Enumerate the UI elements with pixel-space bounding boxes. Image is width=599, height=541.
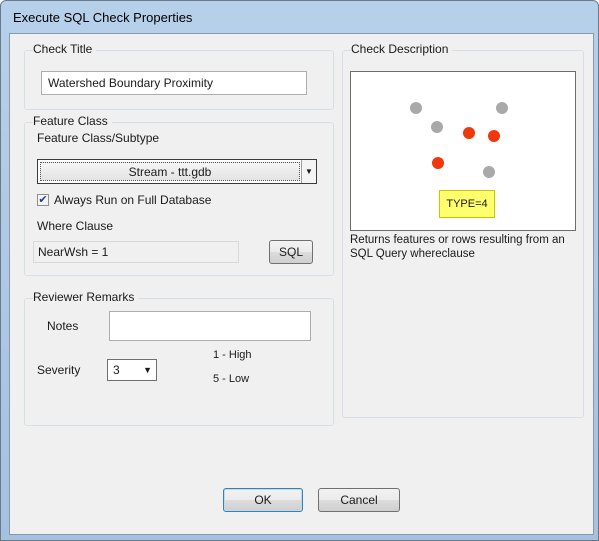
feature-class-selected: Stream - ttt.gdb: [40, 162, 300, 181]
feature-class-group: Feature Class Feature Class/Subtype Stre…: [24, 114, 334, 276]
ok-button[interactable]: OK: [223, 488, 303, 512]
severity-low-note: 5 - Low: [213, 373, 250, 385]
red-point-marker: [463, 127, 475, 139]
feature-class-group-label: Feature Class: [33, 114, 112, 128]
chevron-down-icon: ▼: [143, 365, 152, 375]
check-description-group-label: Check Description: [351, 42, 453, 56]
notes-label: Notes: [47, 319, 79, 333]
red-point-marker: [432, 157, 444, 169]
always-run-checkbox[interactable]: ✔: [37, 194, 49, 206]
chevron-down-icon[interactable]: ▼: [301, 160, 316, 183]
reviewer-remarks-group: Reviewer Remarks Notes Severity 3 ▼ 1 - …: [24, 290, 334, 426]
feature-class-dropdown[interactable]: Stream - ttt.gdb ▼: [37, 159, 317, 184]
check-title-input[interactable]: Watershed Boundary Proximity: [41, 71, 307, 95]
window-title: Execute SQL Check Properties: [13, 9, 193, 25]
check-description-group: Check Description TYPE=4 Returns feature…: [342, 42, 584, 418]
dialog-client-area: Check Title Watershed Boundary Proximity…: [9, 33, 594, 535]
title-bar[interactable]: Execute SQL Check Properties: [1, 1, 598, 33]
gray-point-marker: [483, 166, 495, 178]
notes-input[interactable]: [109, 311, 311, 341]
check-title-group: Check Title Watershed Boundary Proximity: [24, 42, 334, 110]
severity-high-note: 1 - High: [213, 349, 252, 361]
dialog-window: Execute SQL Check Properties Check Title…: [0, 0, 599, 541]
type-badge: TYPE=4: [439, 190, 495, 218]
check-description-preview: TYPE=4: [350, 71, 576, 231]
cancel-button[interactable]: Cancel: [318, 488, 400, 512]
feature-class-subtype-label: Feature Class/Subtype: [37, 131, 160, 145]
severity-label: Severity: [37, 363, 81, 377]
sql-button[interactable]: SQL: [269, 240, 313, 264]
where-clause-value: NearWsh = 1: [33, 241, 239, 263]
check-title-group-label: Check Title: [33, 42, 97, 56]
gray-point-marker: [431, 121, 443, 133]
severity-value: 3: [113, 363, 120, 377]
red-point-marker: [488, 130, 500, 142]
reviewer-remarks-group-label: Reviewer Remarks: [33, 290, 139, 304]
gray-point-marker: [496, 102, 508, 114]
severity-dropdown[interactable]: 3 ▼: [107, 359, 157, 381]
check-description-text: Returns features or rows resulting from …: [350, 234, 565, 260]
where-clause-label: Where Clause: [37, 219, 114, 233]
gray-point-marker: [410, 102, 422, 114]
always-run-label[interactable]: Always Run on Full Database: [54, 193, 211, 207]
